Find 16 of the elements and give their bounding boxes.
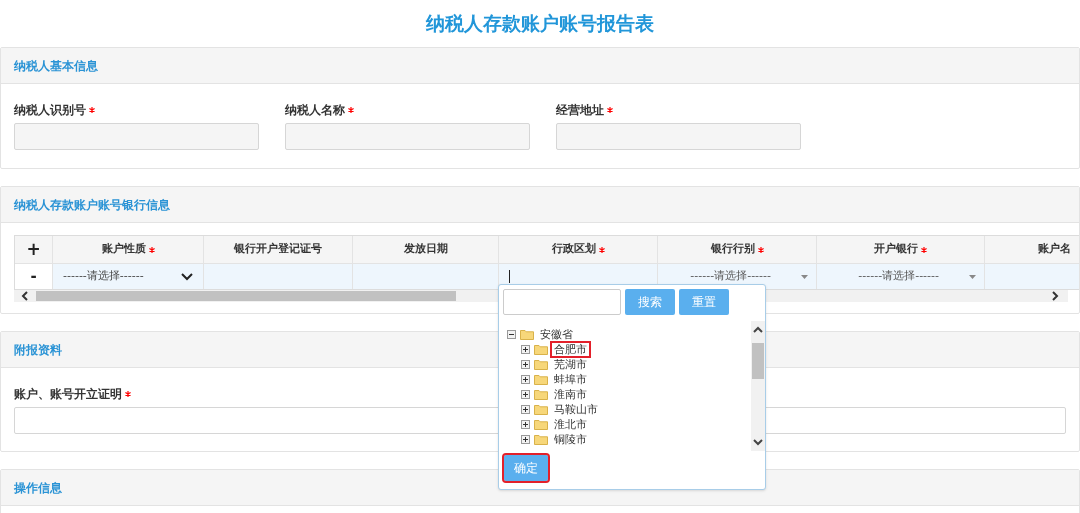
column-header: 银行行别: [710, 241, 755, 258]
column-header: 账户名: [1038, 241, 1071, 258]
field-label: 纳税人名称: [285, 102, 345, 119]
column-header: 开户银行: [874, 241, 918, 258]
column-header: 行政区划: [551, 241, 596, 258]
field-label: 账户、账号开立证明: [14, 386, 122, 403]
section-title: 纳税人存款账户账号银行信息: [14, 196, 170, 214]
column-header: 发放日期: [403, 241, 448, 258]
field-label: 经营地址: [556, 102, 604, 119]
section-title: 纳税人基本信息: [14, 57, 98, 75]
field-label: 纳税人识别号: [14, 102, 86, 119]
section-title: 附报资料: [14, 341, 62, 359]
section-title: 操作信息: [14, 479, 62, 497]
column-header: 银行开户登记证号: [234, 241, 322, 258]
page-title: 纳税人存款账户账号报告表: [426, 11, 654, 37]
column-header: 账户性质: [101, 241, 146, 258]
